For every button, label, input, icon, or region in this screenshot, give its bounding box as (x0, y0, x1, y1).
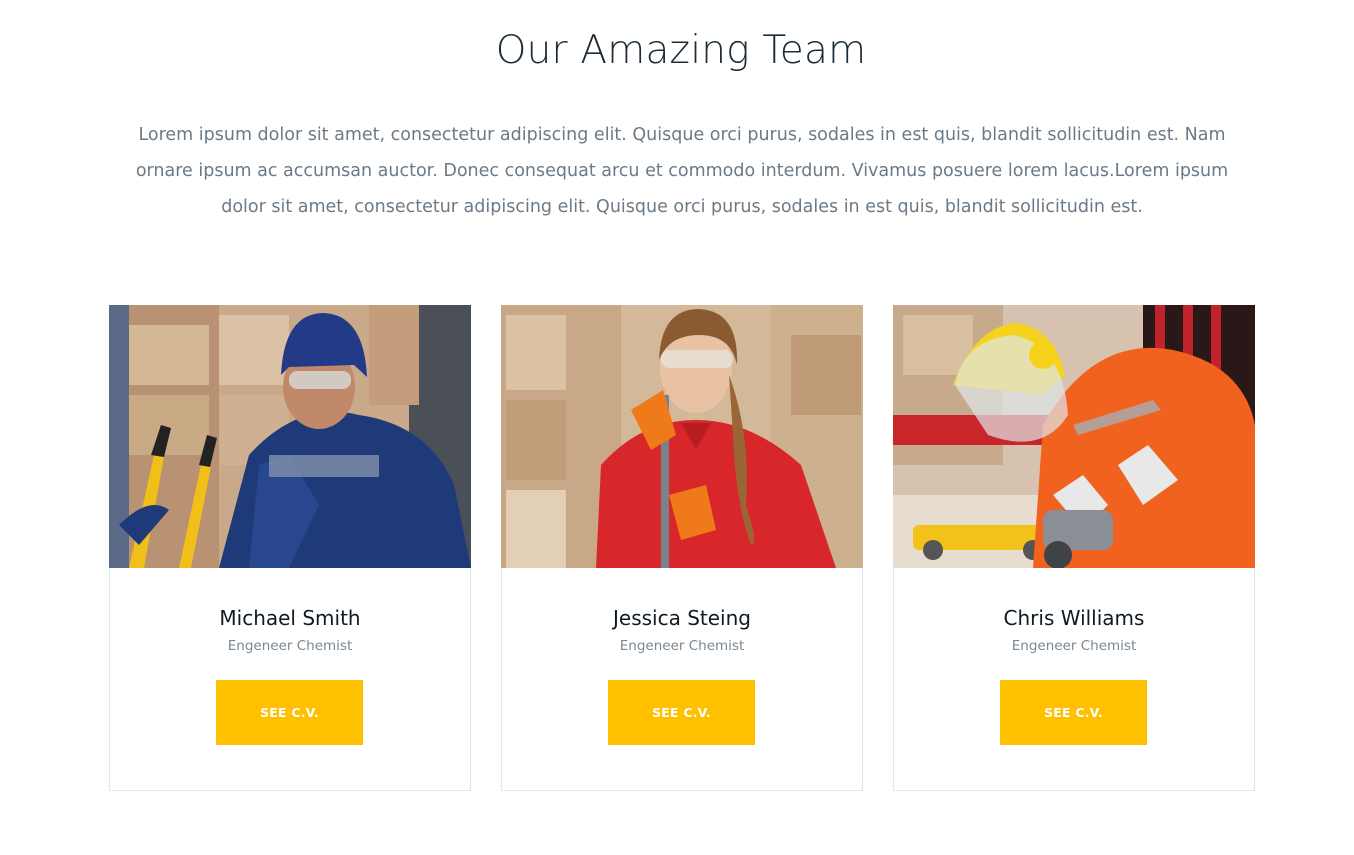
team-card-michael-smith: Michael Smith Engeneer Chemist SEE C.V. (109, 305, 471, 791)
member-role: Engeneer Chemist (227, 638, 353, 654)
section-intro: Lorem ipsum dolor sit amet, consectetur … (135, 125, 1229, 217)
team-photo-jessica-steing (501, 305, 863, 568)
team-card-jessica-steing: Jessica Steing Engeneer Chemist SEE C.V. (501, 305, 863, 791)
team-photo-chris-williams (893, 305, 1255, 568)
team-card-chris-williams: Chris Williams Engeneer Chemist SEE C.V. (893, 305, 1255, 791)
see-cv-button[interactable]: SEE C.V. (1000, 680, 1147, 745)
team-section: Our Amazing Team Lorem ipsum dolor sit a… (0, 0, 1354, 855)
member-role: Engeneer Chemist (619, 638, 745, 654)
team-photo-michael-smith (109, 305, 471, 568)
member-name: Michael Smith (219, 606, 361, 630)
member-name: Jessica Steing (613, 606, 751, 630)
see-cv-button[interactable]: SEE C.V. (608, 680, 755, 745)
member-name: Chris Williams (1003, 606, 1145, 630)
member-role: Engeneer Chemist (1011, 638, 1137, 654)
see-cv-button[interactable]: SEE C.V. (216, 680, 363, 745)
section-title: Our Amazing Team (495, 28, 867, 73)
